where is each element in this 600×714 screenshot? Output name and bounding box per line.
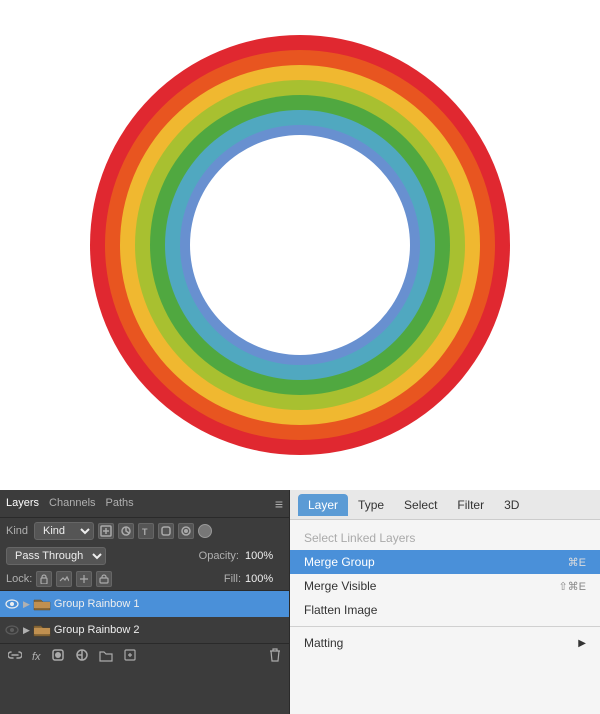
- fill-value: 100%: [245, 573, 283, 585]
- layers-menu-icon[interactable]: ≡: [275, 496, 283, 512]
- layer-item-rainbow1[interactable]: ▶ Group Rainbow 1: [0, 591, 289, 617]
- delete-layer-icon[interactable]: [269, 648, 281, 665]
- new-layer-icon[interactable]: [123, 648, 137, 665]
- bottom-panels: Layers Channels Paths ≡ Kind Kind T: [0, 490, 600, 714]
- menu-item-merge-visible[interactable]: Merge Visible ⇧⌘E: [290, 574, 600, 598]
- layers-tabs: Layers Channels Paths ≡: [0, 490, 289, 518]
- adjustment-filter-icon[interactable]: [118, 523, 134, 539]
- kind-select[interactable]: Kind: [34, 522, 94, 540]
- menu-tab-select[interactable]: Select: [394, 494, 447, 516]
- tab-paths[interactable]: Paths: [106, 495, 134, 513]
- layer-style-icon[interactable]: fx: [32, 651, 41, 663]
- menu-item-merge-group[interactable]: Merge Group ⌘E: [290, 550, 600, 574]
- kind-row: Kind Kind T: [0, 518, 289, 544]
- fill-label: Fill:: [224, 573, 241, 585]
- lock-position-icon[interactable]: [76, 571, 92, 587]
- layer-eye-rainbow1[interactable]: [4, 596, 20, 612]
- type-filter-icon[interactable]: T: [138, 523, 154, 539]
- layer-item-rainbow2[interactable]: ▶ Group Rainbow 2: [0, 617, 289, 643]
- tab-channels[interactable]: Channels: [49, 495, 95, 513]
- menu-item-flatten-label: Flatten Image: [304, 603, 377, 617]
- menu-item-merge-visible-label: Merge Visible: [304, 579, 376, 593]
- adjustment-layer-icon[interactable]: [75, 648, 89, 665]
- lock-all-icon[interactable]: [96, 571, 112, 587]
- pixel-filter-icon[interactable]: [98, 523, 114, 539]
- layer-name-rainbow2: Group Rainbow 2: [54, 624, 285, 636]
- opacity-label: Opacity:: [199, 550, 239, 562]
- layer-mask-icon[interactable]: [51, 648, 65, 665]
- right-panel: Layer Type Select Filter 3D Select Linke…: [290, 490, 600, 714]
- layer-expand-rainbow2[interactable]: ▶: [23, 625, 30, 636]
- menu-item-select-linked-label: Select Linked Layers: [304, 531, 415, 545]
- menu-tab-3d[interactable]: 3D: [494, 494, 529, 516]
- shape-filter-icon[interactable]: [158, 523, 174, 539]
- smart-filter-icon[interactable]: [178, 523, 194, 539]
- layers-panel: Layers Channels Paths ≡ Kind Kind T: [0, 490, 290, 714]
- menu-separator: [290, 626, 600, 627]
- layer-expand-rainbow1[interactable]: ▶: [23, 599, 30, 610]
- menu-body: Select Linked Layers Merge Group ⌘E Merg…: [290, 520, 600, 714]
- layers-bottom-bar: fx: [0, 643, 289, 669]
- menu-item-select-linked[interactable]: Select Linked Layers: [290, 526, 600, 550]
- layer-name-rainbow1: Group Rainbow 1: [54, 598, 285, 610]
- menu-tab-type[interactable]: Type: [348, 494, 394, 516]
- layer-eye-rainbow2[interactable]: [4, 622, 20, 638]
- menu-item-matting[interactable]: Matting ▶: [290, 631, 600, 655]
- tab-layers[interactable]: Layers: [6, 495, 39, 513]
- blendmode-select[interactable]: Pass Through: [6, 547, 106, 565]
- layer-folder-rainbow2: [33, 622, 51, 638]
- svg-text:T: T: [142, 527, 148, 537]
- lock-transparency-icon[interactable]: [36, 571, 52, 587]
- menu-item-merge-visible-shortcut: ⇧⌘E: [558, 580, 586, 593]
- menu-tab-layer[interactable]: Layer: [298, 494, 348, 516]
- new-group-icon[interactable]: [99, 648, 113, 665]
- lock-row: Lock: Fill: 100%: [0, 568, 289, 591]
- layer-folder-rainbow1: [33, 596, 51, 612]
- menu-item-flatten[interactable]: Flatten Image: [290, 598, 600, 622]
- layers-tabs-left: Layers Channels Paths: [6, 495, 134, 513]
- kind-round-icon: [198, 524, 212, 538]
- menu-item-merge-group-shortcut: ⌘E: [568, 556, 586, 569]
- opacity-value: 100%: [245, 550, 283, 562]
- menu-item-matting-arrow: ▶: [578, 638, 586, 649]
- lock-label: Lock:: [6, 573, 32, 585]
- lock-image-icon[interactable]: [56, 571, 72, 587]
- menu-item-matting-label: Matting: [304, 636, 343, 650]
- kind-label: Kind: [6, 525, 28, 537]
- passthrough-row: Pass Through Opacity: 100%: [0, 544, 289, 568]
- rainbow-svg: [80, 25, 520, 465]
- layers-content: ▶ Group Rainbow 1 ▶ Group Rainbow 2: [0, 591, 289, 643]
- menu-tab-filter[interactable]: Filter: [447, 494, 494, 516]
- menu-item-merge-group-label: Merge Group: [304, 555, 375, 569]
- link-layers-icon[interactable]: [8, 648, 22, 665]
- menu-header: Layer Type Select Filter 3D: [290, 490, 600, 520]
- canvas-area: [0, 0, 600, 490]
